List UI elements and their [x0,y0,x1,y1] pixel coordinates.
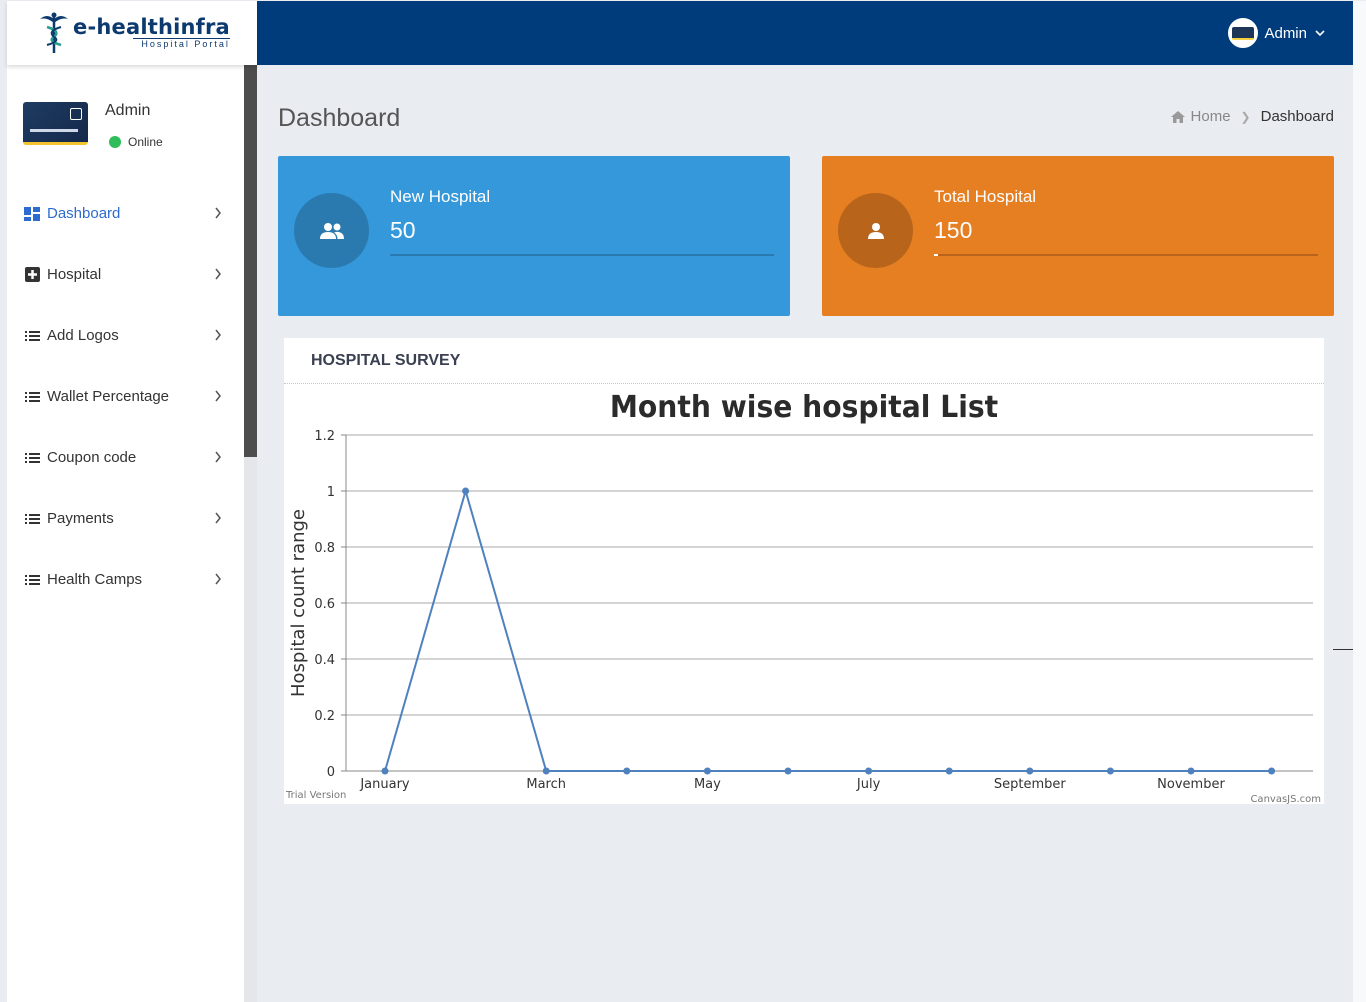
list-icon [24,511,40,527]
x-tick-label: March [526,777,566,792]
status-badge: Online [109,135,163,149]
stat-value: 50 [390,217,416,243]
brand-logo[interactable]: e-healthinfra Hospital Portal [7,1,257,65]
y-tick-label: 0.6 [314,597,335,612]
progress-bar [934,254,1318,256]
sidebar-menu: Dashboard Hospital Add Logos Wallet Perc… [7,183,244,610]
x-tick-label: September [994,777,1067,792]
chevron-right-icon [215,451,221,463]
sidebar-item-label: Wallet Percentage [47,388,170,405]
x-tick-label: May [694,777,721,792]
chevron-right-icon [215,207,221,219]
x-tick-label: July [856,777,881,792]
sidebar-item-label: Coupon code [47,449,137,466]
x-tick-label: November [1157,777,1225,792]
breadcrumb-home-link[interactable]: Home [1191,108,1231,125]
caduceus-icon [40,12,68,53]
brand-name: e-healthinfra [73,15,230,39]
user-profile: Admin Online [23,102,163,149]
sidebar-item-label: Hospital [47,266,102,283]
users-icon [294,193,369,268]
series-line [384,487,1272,772]
sidebar-item-wallet-percentage[interactable]: Wallet Percentage [7,366,244,427]
avatar [1228,18,1259,48]
chart-title: Month wise hospital List [610,389,998,424]
home-icon [1170,110,1185,123]
window-edge [1353,1,1366,1002]
x-tick-label: January [359,777,410,792]
y-tick-label: 0.4 [314,653,335,668]
status-text: Online [128,135,163,149]
progress-fill [934,254,938,256]
sidebar-item-hospital[interactable]: Hospital [7,244,244,305]
list-icon [24,572,40,588]
chevron-right-icon [215,268,221,280]
sidebar-scrollbar[interactable] [244,65,257,1002]
stat-label: New Hospital [390,187,491,206]
sidebar-item-payments[interactable]: Payments [7,488,244,549]
stat-card-new-hospital: New Hospital 50 [278,156,790,316]
sidebar-item-dashboard[interactable]: Dashboard [7,183,244,244]
divider [1333,649,1354,650]
month-wise-line-chart: Month wise hospital List 0 0.2 0.4 0.6 0.8 1 1.… [285,389,1321,804]
y-tick-label: 1 [327,485,335,500]
user-menu-label: Admin [1264,24,1307,42]
breadcrumb-separator-icon: ❯ [1240,109,1251,124]
data-point [623,767,631,775]
stat-label: Total Hospital [934,187,1037,206]
data-point [1268,767,1276,775]
sidebar-item-label: Add Logos [47,327,119,344]
hospital-survey-panel: HOSPITAL SURVEY Month wise hospital List… [284,338,1324,804]
y-tick-label: 0 [327,765,335,780]
chevron-right-icon [215,329,221,341]
y-axis-label: Hospital count range [288,509,309,697]
data-point [945,767,953,775]
online-dot-icon [109,136,121,148]
data-point [542,767,550,775]
sidebar-item-coupon-code[interactable]: Coupon code [7,427,244,488]
profile-card-image [23,102,88,145]
list-icon [24,450,40,466]
data-point [1106,767,1114,775]
sidebar-item-add-logos[interactable]: Add Logos [7,305,244,366]
user-menu[interactable]: Admin [1228,18,1325,48]
brand-tagline: Hospital Portal [133,38,230,50]
user-icon [838,193,913,268]
sidebar-item-label: Payments [47,510,114,527]
data-point [1026,767,1034,775]
stat-card-total-hospital: Total Hospital 150 [822,156,1334,316]
chevron-right-icon [215,573,221,585]
list-icon [24,328,40,344]
chevron-right-icon [215,390,221,402]
y-tick-label: 0.2 [314,709,335,724]
y-tick-label: 0.8 [314,541,335,556]
sidebar-item-health-camps[interactable]: Health Camps [7,549,244,610]
data-point [703,767,711,775]
data-point [1187,767,1195,775]
chevron-right-icon [215,512,221,524]
data-point [784,767,792,775]
breadcrumb-current: Dashboard [1260,108,1334,125]
sidebar: Admin Online Dashboard Hospital Add Logo… [7,65,244,1002]
plus-square-icon [24,267,40,283]
data-point [462,487,470,495]
y-tick-label: 1.2 [314,429,335,444]
canvasjs-watermark: CanvasJS.com [1250,794,1321,804]
scrollbar-thumb[interactable] [244,65,257,457]
trial-watermark: Trial Version [285,790,346,801]
data-point [381,767,389,775]
sidebar-item-label: Dashboard [47,205,121,222]
progress-bar [390,254,774,256]
chevron-down-icon [1315,30,1325,37]
stat-value: 150 [934,217,973,243]
top-navbar: Admin [257,1,1353,65]
sidebar-item-label: Health Camps [47,571,143,588]
dashboard-icon [24,206,40,222]
data-point [865,767,873,775]
profile-name: Admin [105,102,151,119]
list-icon [24,389,40,405]
breadcrumb: Home ❯ Dashboard [1170,108,1334,125]
page-title: Dashboard [278,104,401,132]
